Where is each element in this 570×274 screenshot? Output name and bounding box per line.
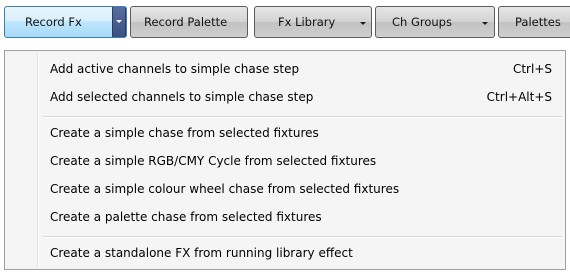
record-fx-menu: Add active channels to simple chase step… xyxy=(4,50,566,270)
menu-item-create-palette-chase[interactable]: Create a palette chase from selected fix… xyxy=(7,205,563,229)
menu-item-label: Create a palette chase from selected fix… xyxy=(50,210,322,224)
menu-item-create-colour-wheel-chase[interactable]: Create a simple colour wheel chase from … xyxy=(7,177,563,201)
palettes-button[interactable]: Palettes xyxy=(498,6,570,38)
ch-groups-label: Ch Groups xyxy=(392,15,452,29)
menu-separator xyxy=(43,116,562,118)
menu-item-label: Create a simple RGB/CMY Cycle from selec… xyxy=(50,154,377,168)
palettes-label: Palettes xyxy=(515,15,561,29)
menu-item-create-simple-chase[interactable]: Create a simple chase from selected fixt… xyxy=(7,121,563,145)
menu-separator xyxy=(43,236,562,238)
menu-item-label: Create a simple colour wheel chase from … xyxy=(50,182,400,196)
menu-item-add-selected-channels[interactable]: Add selected channels to simple chase st… xyxy=(7,85,563,109)
fx-library-label: Fx Library xyxy=(278,15,336,29)
record-fx-label: Record Fx xyxy=(25,15,82,29)
menu-item-label: Add active channels to simple chase step xyxy=(50,62,300,76)
record-palette-button[interactable]: Record Palette xyxy=(130,6,248,38)
ch-groups-button[interactable]: Ch Groups xyxy=(375,6,495,38)
screen: Record Fx Record Palette Fx Library Ch G… xyxy=(0,0,570,274)
menu-item-create-rgb-cmy-cycle[interactable]: Create a simple RGB/CMY Cycle from selec… xyxy=(7,149,563,173)
chevron-down-icon xyxy=(116,20,122,23)
record-palette-label: Record Palette xyxy=(144,15,228,29)
menu-item-label: Create a simple chase from selected fixt… xyxy=(50,126,319,140)
record-fx-dropdown-button[interactable] xyxy=(112,7,126,37)
chevron-down-icon[interactable] xyxy=(360,22,366,25)
menu-item-add-active-channels[interactable]: Add active channels to simple chase step… xyxy=(7,57,563,81)
fx-library-button[interactable]: Fx Library xyxy=(254,6,372,38)
toolbar: Record Fx Record Palette Fx Library Ch G… xyxy=(0,0,570,44)
record-fx-button[interactable]: Record Fx xyxy=(4,6,127,38)
menu-item-shortcut: Ctrl+Alt+S xyxy=(486,90,552,104)
chevron-down-icon[interactable] xyxy=(482,22,488,25)
menu-item-shortcut: Ctrl+S xyxy=(512,62,552,76)
menu-item-label: Create a standalone FX from running libr… xyxy=(50,246,353,260)
menu-item-label: Add selected channels to simple chase st… xyxy=(50,90,314,104)
menu-item-create-standalone-fx[interactable]: Create a standalone FX from running libr… xyxy=(7,241,563,265)
